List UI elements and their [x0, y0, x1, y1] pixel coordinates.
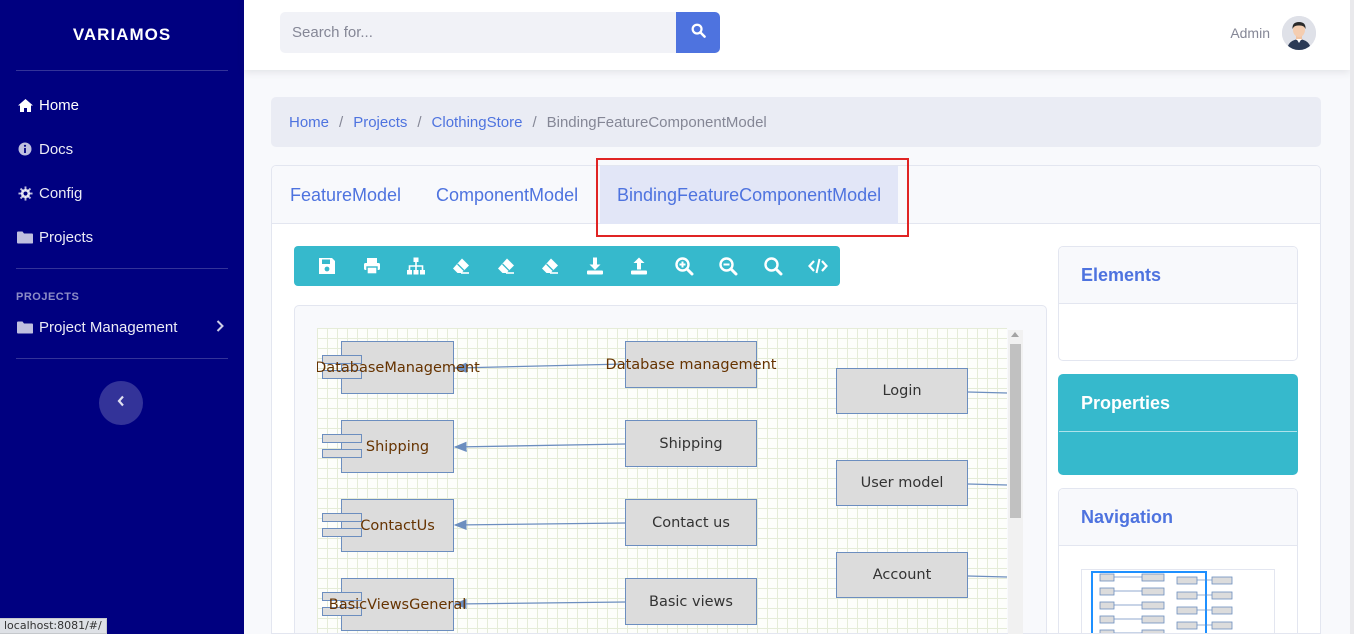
elements-panel: Elements: [1058, 246, 1298, 361]
erase-button[interactable]: [439, 246, 484, 286]
component-label: DatabaseManagement: [317, 359, 480, 376]
chevron-left-icon: [117, 394, 125, 412]
folder-icon: [16, 318, 34, 336]
breadcrumb-home[interactable]: Home: [289, 114, 329, 131]
breadcrumb-separator: /: [532, 113, 537, 131]
component-label: BasicViewsGeneral: [328, 596, 467, 613]
diagram-container: DatabaseManagement Shipping ContactUs Ba…: [294, 305, 1047, 634]
zoom-out-icon: [719, 257, 738, 276]
search-input[interactable]: [280, 12, 676, 53]
sidebar-item-config[interactable]: Config: [0, 171, 244, 215]
code-icon: [807, 258, 828, 274]
print-button[interactable]: [350, 246, 395, 286]
breadcrumb-projects[interactable]: Projects: [353, 114, 407, 131]
chevron-right-icon: [216, 319, 224, 335]
breadcrumb-current: BindingFeatureComponentModel: [546, 113, 767, 131]
component-node[interactable]: ContactUs: [322, 499, 454, 552]
tab-component-model[interactable]: ComponentModel: [436, 166, 578, 224]
sidebar-item-project-management[interactable]: Project Management: [0, 305, 244, 349]
feature-node[interactable]: User model: [836, 460, 968, 506]
breadcrumb-separator: /: [339, 113, 344, 131]
breadcrumb-separator: /: [417, 113, 422, 131]
eraser-icon: [542, 258, 559, 274]
save-button[interactable]: [305, 246, 350, 286]
status-url: localhost:8081/#/: [0, 618, 107, 634]
diagram-canvas[interactable]: DatabaseManagement Shipping ContactUs Ba…: [317, 328, 1007, 633]
diagram-minimap[interactable]: [1081, 569, 1275, 633]
sidebar-toggle-button[interactable]: [99, 381, 143, 425]
eraser-icon: [497, 258, 514, 274]
avatar: [1282, 16, 1316, 50]
feature-node[interactable]: Account: [836, 552, 968, 598]
user-name: Admin: [1230, 25, 1270, 41]
component-node[interactable]: DatabaseManagement: [317, 341, 480, 394]
layout-button[interactable]: [394, 246, 439, 286]
search-icon: [764, 257, 783, 276]
breadcrumb-project[interactable]: ClothingStore: [432, 114, 523, 131]
sidebar-item-label: Home: [39, 96, 80, 114]
sitemap-icon: [407, 257, 426, 275]
sidebar-divider: [16, 358, 228, 359]
sidebar-divider: [16, 70, 228, 71]
search-icon: [691, 23, 706, 43]
search-group: [280, 12, 720, 53]
info-icon: [16, 140, 34, 158]
component-label: ContactUs: [360, 517, 435, 534]
folder-icon: [16, 228, 34, 246]
panel-title: Properties: [1059, 375, 1297, 432]
component-node[interactable]: Shipping: [322, 420, 454, 473]
download-button[interactable]: [572, 246, 617, 286]
sidebar-item-label: Docs: [39, 140, 74, 158]
zoom-out-button[interactable]: [706, 246, 751, 286]
feature-node[interactable]: Contact us: [625, 499, 757, 546]
diagram-scrollbar[interactable]: [1008, 330, 1023, 634]
zoom-reset-button[interactable]: [751, 246, 796, 286]
window-edge: [1350, 0, 1354, 634]
eraser-icon: [453, 258, 470, 274]
panel-title: Elements: [1059, 247, 1297, 304]
model-tabs: FeatureModel ComponentModel BindingFeatu…: [272, 166, 1320, 224]
properties-panel: Properties: [1058, 374, 1298, 475]
erase-button[interactable]: [528, 246, 573, 286]
feature-node[interactable]: Database management: [606, 341, 776, 388]
upload-button[interactable]: [617, 246, 662, 286]
zoom-in-icon: [675, 257, 694, 276]
download-icon: [586, 257, 603, 275]
sidebar-item-label: Project Management: [39, 318, 178, 336]
scroll-thumb[interactable]: [1010, 344, 1021, 518]
tab-feature-model[interactable]: FeatureModel: [290, 166, 401, 224]
navigation-panel: Navigation: [1058, 488, 1298, 634]
sidebar-item-home[interactable]: Home: [0, 83, 244, 127]
code-button[interactable]: [795, 246, 840, 286]
feature-node[interactable]: Login: [836, 368, 968, 414]
sidebar-item-label: Config: [39, 184, 83, 202]
sidebar-item-docs[interactable]: Docs: [0, 127, 244, 171]
feature-node[interactable]: Basic views: [625, 578, 757, 625]
user-menu[interactable]: Admin: [1230, 16, 1316, 50]
tab-binding-feature-component-model[interactable]: BindingFeatureComponentModel: [600, 166, 899, 224]
sidebar-item-projects[interactable]: Projects: [0, 215, 244, 259]
diagram-toolbar: [294, 246, 840, 286]
component-node[interactable]: BasicViewsGeneral: [322, 578, 467, 631]
breadcrumb: Home / Projects / ClothingStore / Bindin…: [271, 97, 1321, 147]
gear-icon: [16, 184, 34, 202]
feature-node[interactable]: Shipping: [625, 420, 757, 467]
topbar: Admin: [244, 0, 1350, 70]
home-icon: [16, 96, 34, 114]
zoom-in-button[interactable]: [662, 246, 707, 286]
scroll-up-arrow[interactable]: [1011, 332, 1019, 337]
erase-button[interactable]: [483, 246, 528, 286]
sidebar-item-label: Projects: [39, 228, 94, 246]
upload-icon: [631, 257, 648, 275]
search-button[interactable]: [676, 12, 720, 53]
panel-title: Navigation: [1059, 489, 1297, 546]
save-icon: [319, 258, 336, 274]
sidebar: VARIAMOS Home Docs Config Projects PROJE…: [0, 0, 244, 634]
print-icon: [363, 258, 380, 275]
brand-logo[interactable]: VARIAMOS: [0, 0, 244, 70]
component-label: Shipping: [365, 438, 430, 455]
